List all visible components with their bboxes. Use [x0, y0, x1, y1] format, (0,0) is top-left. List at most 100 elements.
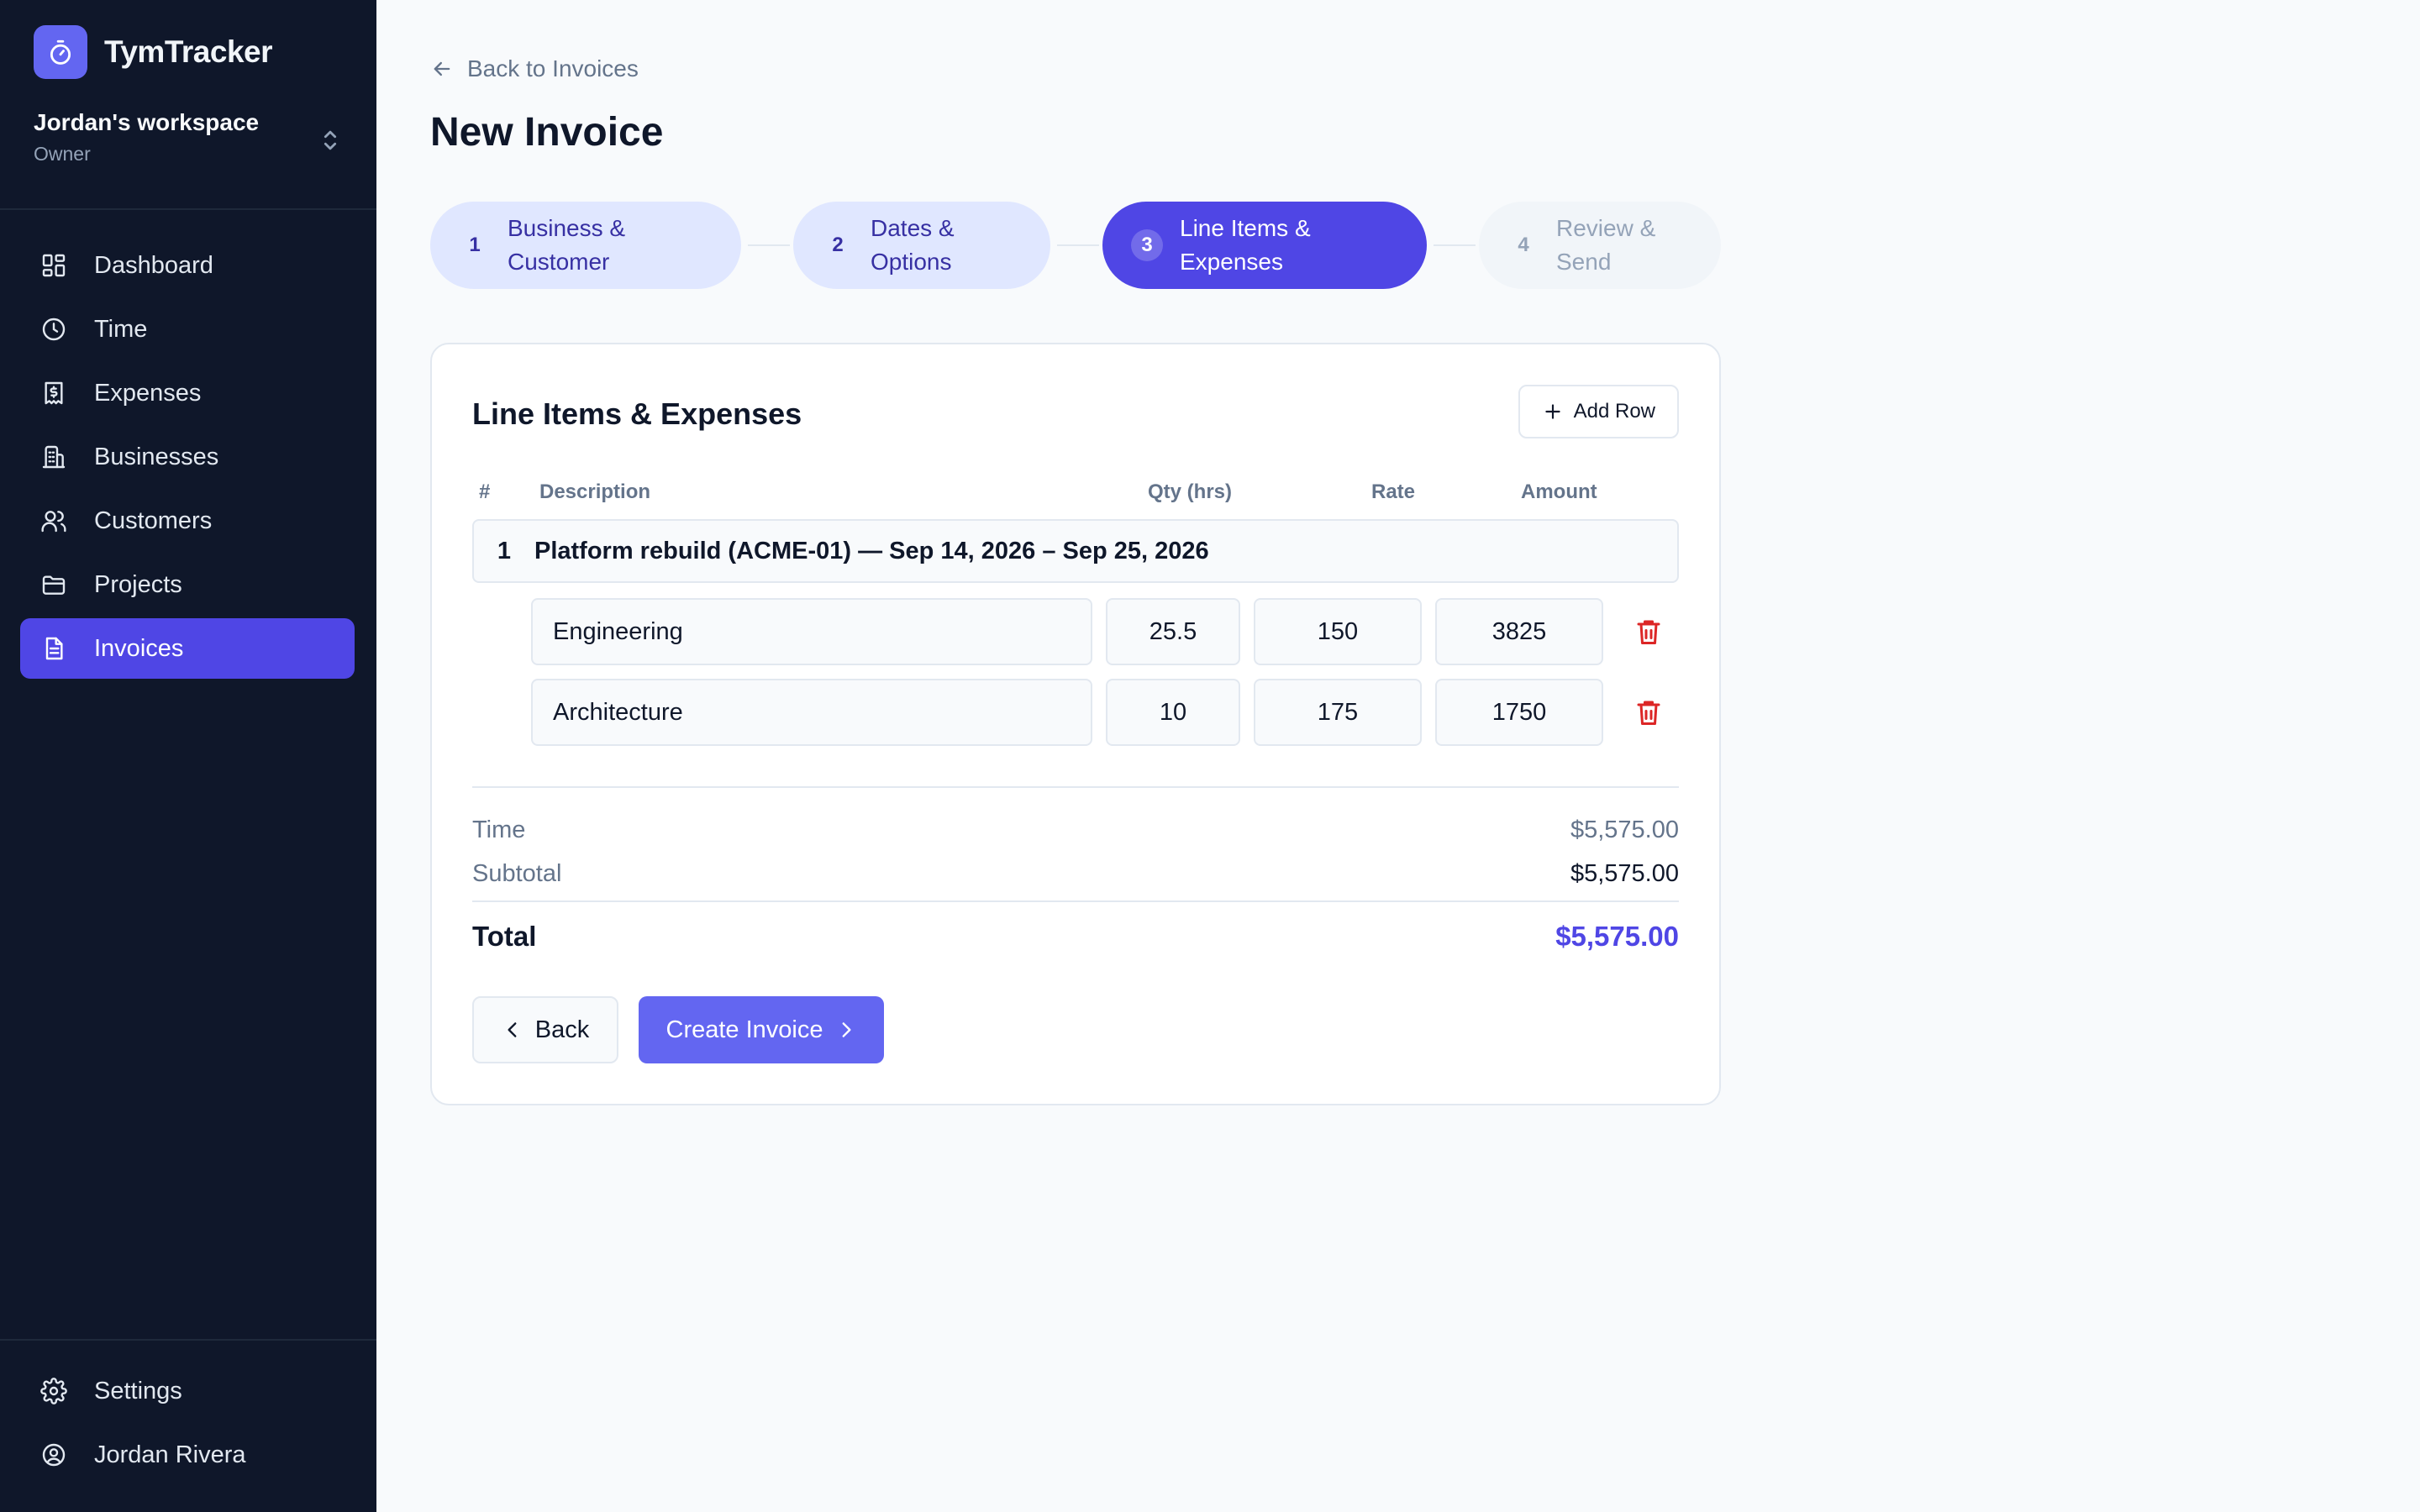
- user-circle-icon: [42, 1443, 66, 1467]
- step-number: 3: [1131, 229, 1163, 261]
- step-label: Business & Customer: [508, 215, 626, 275]
- qty-input[interactable]: [1106, 598, 1240, 665]
- chevron-right-icon: [842, 1022, 851, 1037]
- summary-time-row: Time $5,575.00: [472, 816, 1679, 844]
- rate-input[interactable]: [1254, 598, 1422, 665]
- sidebar-item-label: Expenses: [94, 379, 202, 407]
- step-business-customer[interactable]: 1 Business & Customer: [430, 202, 741, 289]
- sidebar-divider: [0, 1339, 376, 1341]
- column-header-qty: Qty (hrs): [1148, 480, 1233, 503]
- total-value: $5,575.00: [1555, 921, 1679, 952]
- step-number: 4: [1518, 234, 1529, 256]
- sidebar-item-label: Time: [94, 315, 148, 343]
- step-connector: [748, 244, 790, 246]
- sidebar-item-label: Jordan Rivera: [94, 1441, 246, 1468]
- subtotal-value: $5,575.00: [1570, 860, 1679, 887]
- document-icon: [45, 637, 63, 660]
- line-items-card: Line Items & Expenses Add Row # Descript…: [430, 343, 1721, 1105]
- card-title: Line Items & Expenses: [472, 396, 802, 431]
- back-button-label: Back: [534, 1016, 590, 1043]
- chevron-up-down-icon: [324, 130, 337, 150]
- sidebar: TymTracker Jordan's workspace Owner Dash…: [0, 0, 376, 1512]
- create-invoice-label: Create Invoice: [666, 1016, 823, 1043]
- amount-input[interactable]: [1435, 679, 1603, 746]
- add-row-label: Add Row: [1573, 400, 1655, 423]
- workspace-switcher[interactable]: Jordan's workspace Owner: [34, 109, 345, 165]
- gear-icon: [40, 1378, 67, 1404]
- summary-divider: [472, 900, 1679, 902]
- time-label: Time: [472, 816, 526, 843]
- step-number: 1: [469, 234, 481, 256]
- dashboard-icon: [42, 254, 66, 277]
- description-input[interactable]: [531, 679, 1092, 746]
- group-label: Platform rebuild (ACME-01) — Sep 14, 202…: [534, 537, 1209, 564]
- sidebar-item-label: Projects: [94, 570, 182, 598]
- plus-icon: [1544, 404, 1560, 419]
- summary-subtotal-row: Subtotal $5,575.00: [472, 860, 1679, 888]
- sidebar-item-label: Settings: [94, 1377, 182, 1404]
- clock-icon: [42, 318, 66, 341]
- arrow-left-icon: [434, 61, 450, 76]
- description-input[interactable]: [531, 598, 1092, 665]
- sidebar-divider: [0, 208, 376, 210]
- brand[interactable]: TymTracker: [34, 25, 273, 79]
- receipt-icon: [45, 381, 63, 405]
- stopwatch-icon: [34, 25, 87, 79]
- sidebar-item-customers[interactable]: Customers: [20, 491, 355, 551]
- summary-divider: [472, 786, 1679, 788]
- step-number: 2: [832, 234, 844, 256]
- sidebar-item-label: Invoices: [94, 634, 184, 662]
- step-dates-options[interactable]: 2 Dates & Options: [793, 202, 1050, 289]
- amount-input[interactable]: [1435, 598, 1603, 665]
- step-label: Dates & Options: [871, 215, 955, 275]
- sidebar-item-label: Customers: [94, 507, 213, 534]
- sidebar-item-label: Dashboard: [94, 251, 213, 279]
- sidebar-item-profile[interactable]: Jordan Rivera: [20, 1425, 355, 1485]
- main-content: Back to Invoices New Invoice 1 Business …: [376, 0, 2420, 1512]
- step-review-send[interactable]: 4 Review & Send: [1479, 202, 1721, 289]
- back-button[interactable]: Back: [472, 996, 618, 1063]
- back-link-label: Back to Invoices: [467, 55, 639, 81]
- sidebar-item-settings[interactable]: Settings: [20, 1361, 355, 1421]
- chevron-left-icon: [508, 1022, 517, 1037]
- sidebar-item-dashboard[interactable]: Dashboard: [20, 235, 355, 296]
- sidebar-item-projects[interactable]: Projects: [20, 554, 355, 615]
- qty-input[interactable]: [1106, 679, 1240, 746]
- column-header-rate: Rate: [1371, 480, 1416, 503]
- step-label: Line Items & Expenses: [1180, 215, 1311, 275]
- sidebar-item-label: Businesses: [94, 443, 219, 470]
- folder-icon: [42, 575, 66, 595]
- sidebar-item-expenses[interactable]: Expenses: [20, 363, 355, 423]
- total-label: Total: [472, 921, 537, 952]
- summary-total-row: Total $5,575.00: [472, 921, 1679, 953]
- building-icon: [42, 445, 66, 469]
- app-name: TymTracker: [104, 34, 273, 69]
- users-icon: [41, 511, 66, 533]
- subtotal-label: Subtotal: [472, 860, 562, 887]
- column-header-number: #: [479, 480, 491, 503]
- workspace-role: Owner: [34, 143, 91, 165]
- rate-input[interactable]: [1254, 679, 1422, 746]
- sidebar-item-invoices[interactable]: Invoices: [20, 618, 355, 679]
- page-title: New Invoice: [430, 110, 664, 155]
- group-number: 1: [497, 537, 512, 564]
- add-row-button[interactable]: Add Row: [1518, 385, 1679, 438]
- workspace-name: Jordan's workspace: [34, 109, 260, 135]
- project-group-row: 1 Platform rebuild (ACME-01) — Sep 14, 2…: [472, 519, 1679, 583]
- sidebar-nav: Dashboard Time Expenses Businesses Custo…: [20, 235, 355, 682]
- step-line-items-expenses[interactable]: 3 Line Items & Expenses: [1102, 202, 1427, 289]
- sidebar-item-businesses[interactable]: Businesses: [20, 427, 355, 487]
- back-to-invoices-link[interactable]: Back to Invoices: [430, 55, 639, 82]
- step-connector: [1057, 244, 1099, 246]
- trash-icon[interactable]: [1634, 617, 1664, 647]
- trash-icon[interactable]: [1634, 697, 1664, 727]
- time-value: $5,575.00: [1570, 816, 1679, 843]
- create-invoice-button[interactable]: Create Invoice: [639, 996, 884, 1063]
- step-label: Review & Send: [1556, 215, 1656, 275]
- column-header-description: Description: [539, 480, 651, 503]
- sidebar-bottom-nav: Settings Jordan Rivera: [20, 1361, 355, 1488]
- step-connector: [1434, 244, 1476, 246]
- invoice-stepper: 1 Business & Customer 2 Dates & Options …: [430, 202, 1724, 289]
- column-header-amount: Amount: [1521, 480, 1597, 503]
- sidebar-item-time[interactable]: Time: [20, 299, 355, 360]
